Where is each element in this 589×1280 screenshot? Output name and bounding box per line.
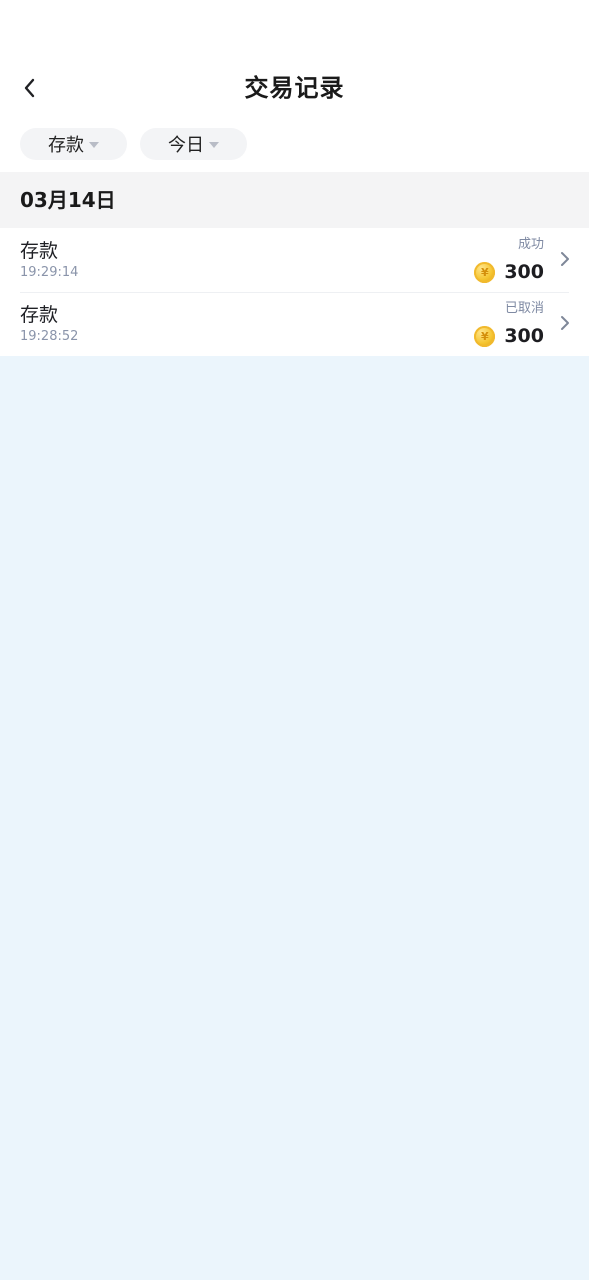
transaction-time: 19:29:14 [20, 265, 79, 280]
transaction-status: 成功 [517, 237, 544, 252]
caret-down-icon [89, 142, 99, 148]
filter-bar: 存款 今日 [20, 128, 247, 161]
transaction-list: 存款 19:29:14 成功 ¥ 300 存款 19:28:52 已取消 ¥ 3… [0, 228, 589, 356]
transaction-type-filter-label: 存款 [48, 135, 84, 156]
transaction-time: 19:28:52 [20, 329, 79, 344]
transaction-amount-group: ¥ 300 [474, 259, 544, 285]
chevron-right-icon [558, 314, 572, 332]
transaction-amount: 300 [504, 325, 544, 347]
date-section-label: 03月14日 [20, 188, 116, 212]
transaction-title: 存款 [20, 240, 59, 262]
transaction-record-screen: 交易记录 存款 今日 03月14日 存款 19:29:14 成功 ¥ 300 存… [0, 0, 589, 1280]
caret-down-icon [209, 142, 219, 148]
transaction-row[interactable]: 存款 19:28:52 已取消 ¥ 300 [0, 292, 589, 356]
transaction-status: 已取消 [504, 301, 544, 316]
top-panel: 交易记录 存款 今日 [0, 0, 589, 172]
chevron-right-icon [558, 250, 572, 268]
date-section-header: 03月14日 [0, 172, 589, 228]
page-title: 交易记录 [244, 74, 345, 102]
navigation-bar: 交易记录 [0, 60, 589, 116]
transaction-amount-group: ¥ 300 [474, 323, 544, 349]
coin-icon: ¥ [474, 325, 496, 347]
transaction-amount: 300 [504, 261, 544, 283]
transaction-row[interactable]: 存款 19:29:14 成功 ¥ 300 [0, 228, 589, 292]
coin-icon: ¥ [474, 261, 496, 283]
transaction-type-filter[interactable]: 存款 [20, 128, 127, 160]
date-range-filter-label: 今日 [168, 135, 204, 156]
date-range-filter[interactable]: 今日 [140, 128, 247, 160]
transaction-title: 存款 [20, 304, 59, 326]
